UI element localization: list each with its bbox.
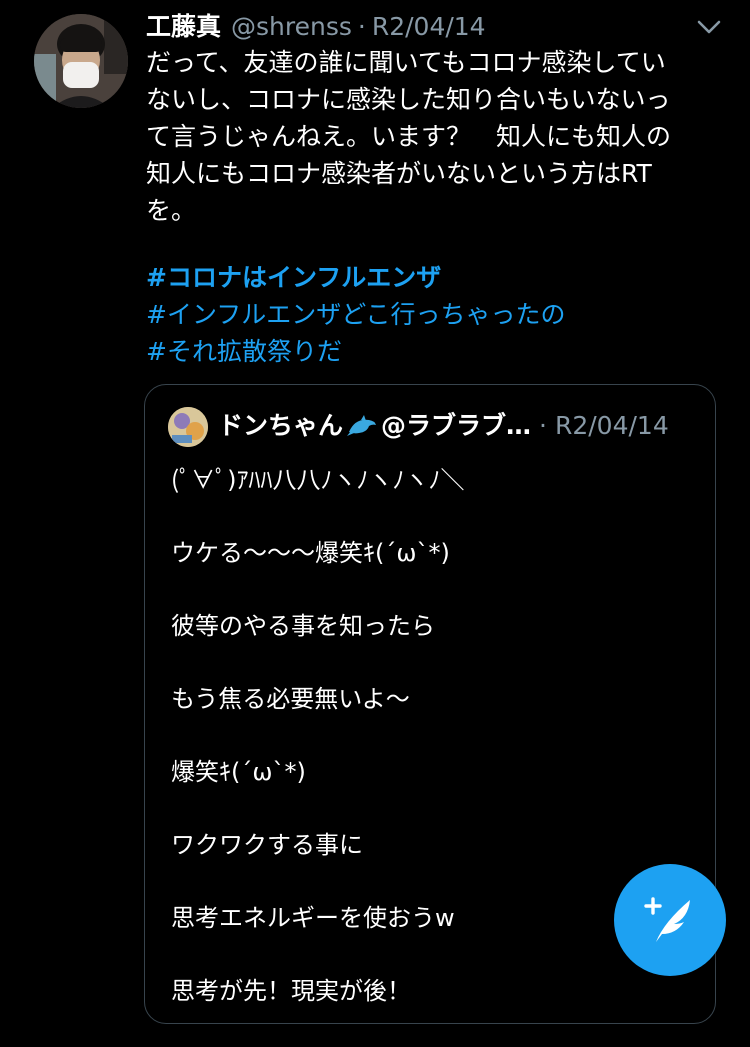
tweet-text-line: を。 xyxy=(146,196,197,225)
quoted-header-separator: · xyxy=(539,411,547,440)
quoted-avatar-icon xyxy=(168,407,208,447)
hashtag-link[interactable]: #それ拡散祭りだ xyxy=(146,333,565,370)
tweet-text-line: ないし、コロナに感染した知り合いもいないっ xyxy=(146,85,671,114)
quoted-author-avatar[interactable] xyxy=(168,407,208,447)
quoted-text-line: 思考が先！現実が後！ xyxy=(171,977,411,1005)
tweet-text-line: て言うじゃんねえ。います？ 知人にも知人の xyxy=(146,122,672,151)
avatar-photo-icon xyxy=(34,14,128,108)
quoted-text-line: ウケる〜〜〜爆笑ｷ(´ω`*) xyxy=(171,539,450,567)
hashtag-link[interactable]: #インフルエンザどこ行っちゃったの xyxy=(146,296,565,333)
quoted-text-line: 思考エネルギーを使おうw xyxy=(171,904,455,932)
quoted-tweet-header: ドンちゃん @ラブラブ… · R2/04/14 xyxy=(218,409,669,443)
tweet-date[interactable]: R2/04/14 xyxy=(372,10,486,44)
hashtag-link[interactable]: #コロナはインフルエンザ xyxy=(146,259,565,296)
quoted-tweet-text: (ﾟ∀ﾟ)ｱﾊﾊ八八ﾉヽﾉヽﾉヽﾉ＼ ウケる〜〜〜爆笑ｷ(´ω`*) 彼等のやる… xyxy=(171,463,691,1047)
author-handle[interactable]: @shrenss xyxy=(231,10,352,44)
quoted-text-line: ワクワクする事に xyxy=(171,831,363,859)
author-avatar[interactable] xyxy=(34,14,128,108)
author-name[interactable]: 工藤真 xyxy=(146,10,221,44)
header-separator: · xyxy=(357,12,366,41)
tweet-header: 工藤真 @shrenss · R2/04/14 xyxy=(146,10,486,44)
compose-tweet-icon xyxy=(644,897,690,942)
tweet-text-line: 知人にもコロナ感染者がいないという方はRT xyxy=(146,159,652,188)
quoted-text-line: (ﾟ∀ﾟ)ｱﾊﾊ八八ﾉヽﾉヽﾉヽﾉ＼ xyxy=(171,466,465,494)
chevron-down-icon[interactable] xyxy=(696,16,722,38)
quoted-author-name[interactable]: ドンちゃん xyxy=(218,409,343,443)
tweet-text-line: だって、友達の誰に聞いてもコロナ感染してい xyxy=(146,48,666,77)
compose-tweet-button[interactable] xyxy=(614,864,726,976)
dolphin-icon xyxy=(347,415,377,436)
quoted-text-line: 彼等のやる事を知ったら xyxy=(171,612,435,640)
quoted-text-line: 爆笑ｷ(´ω`*) xyxy=(171,758,306,786)
hashtag-list: #コロナはインフルエンザ #インフルエンザどこ行っちゃったの #それ拡散祭りだ xyxy=(146,259,565,370)
quoted-tweet-date: R2/04/14 xyxy=(554,411,669,440)
quoted-text-line: もう焦る必要無いよ〜 xyxy=(171,685,410,713)
quoted-author-handle[interactable]: @ラブラブ… xyxy=(381,409,531,443)
tweet[interactable]: 工藤真 @shrenss · R2/04/14 だって、友達の誰に聞いてもコロナ… xyxy=(0,0,750,1024)
tweet-text: だって、友達の誰に聞いてもコロナ感染してい ないし、コロナに感染した知り合いもい… xyxy=(146,44,706,229)
